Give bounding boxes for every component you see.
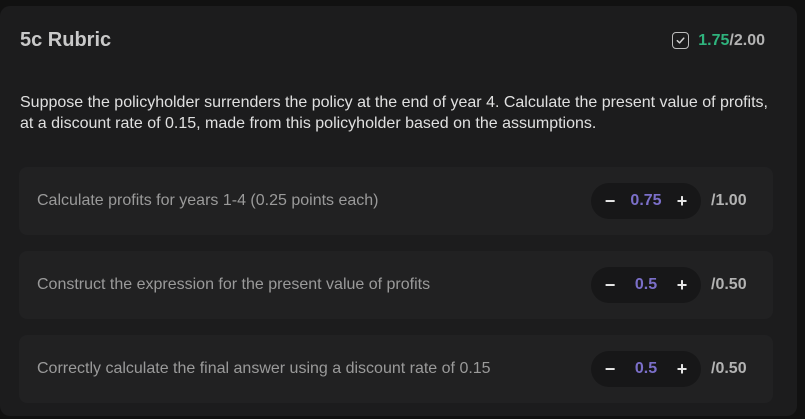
increment-button[interactable]: + bbox=[673, 275, 691, 295]
criterion-label: Construct the expression for the present… bbox=[37, 276, 431, 293]
criterion-row: Construct the expression for the present… bbox=[19, 251, 773, 319]
criterion-row: Correctly calculate the final answer usi… bbox=[19, 335, 773, 403]
rubric-title: 5c Rubric bbox=[20, 29, 112, 51]
criterion-score: − 0.75 + /1.00 bbox=[591, 183, 755, 219]
score-total: /2.00 bbox=[729, 31, 765, 49]
decrement-button[interactable]: − bbox=[601, 359, 619, 379]
rubric-score: 1.75/2.00 bbox=[672, 32, 765, 50]
rubric-header: 5c Rubric 1.75/2.00 bbox=[20, 29, 765, 52]
increment-button[interactable]: + bbox=[673, 359, 691, 379]
criterion-row: Calculate profits for years 1-4 (0.25 po… bbox=[19, 167, 773, 235]
score-stepper: − 0.5 + bbox=[591, 267, 701, 303]
criterion-max: /0.50 bbox=[711, 360, 747, 377]
score-awarded: 1.75 bbox=[698, 31, 730, 49]
decrement-button[interactable]: − bbox=[601, 275, 619, 295]
stepper-value[interactable]: 0.75 bbox=[630, 192, 661, 210]
criterion-label: Calculate profits for years 1-4 (0.25 po… bbox=[37, 192, 379, 209]
criteria-list: Calculate profits for years 1-4 (0.25 po… bbox=[19, 167, 773, 419]
score-stepper: − 0.5 + bbox=[591, 351, 701, 387]
increment-button[interactable]: + bbox=[673, 191, 691, 211]
criterion-max: /0.50 bbox=[711, 276, 747, 293]
score-stepper: − 0.75 + bbox=[591, 183, 701, 219]
criterion-max: /1.00 bbox=[711, 192, 747, 209]
decrement-button[interactable]: − bbox=[601, 191, 619, 211]
rubric-card: 5c Rubric 1.75/2.00 Suppose the policyho… bbox=[0, 6, 797, 416]
criterion-score: − 0.5 + /0.50 bbox=[591, 351, 755, 387]
checkbox-check-icon bbox=[672, 32, 690, 49]
stepper-value[interactable]: 0.5 bbox=[635, 276, 657, 294]
criterion-score: − 0.5 + /0.50 bbox=[591, 267, 755, 303]
stepper-value[interactable]: 0.5 bbox=[635, 360, 657, 378]
criterion-label: Correctly calculate the final answer usi… bbox=[37, 360, 491, 377]
question-text: Suppose the policyholder surrenders the … bbox=[20, 94, 768, 132]
